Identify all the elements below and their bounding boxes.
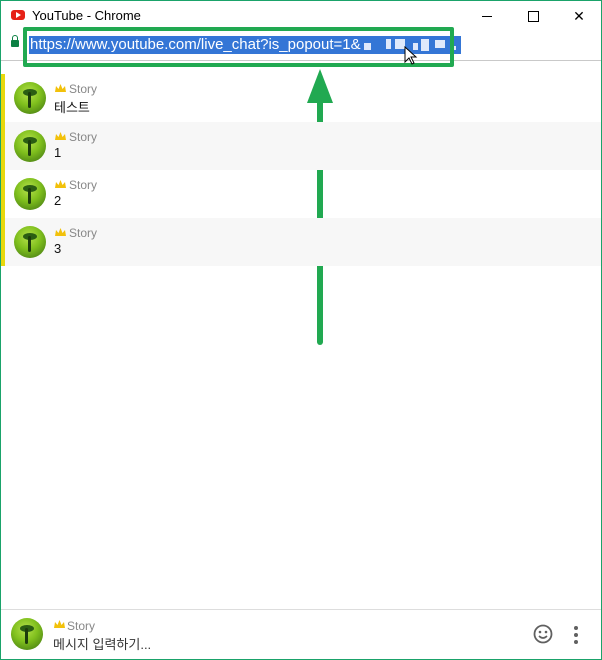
avatar[interactable]: [14, 226, 46, 258]
message-text: 테스트: [54, 100, 90, 115]
annotation-highlight-box: [23, 27, 454, 67]
chat-message: Story 3: [1, 218, 601, 266]
chat-message: Story 1: [1, 122, 601, 170]
window-title: YouTube - Chrome: [32, 8, 141, 23]
chat-message-list: Story 테스트 Story 1 Story 2 Story 3: [1, 74, 601, 266]
message-input[interactable]: 메시지 입력하기...: [53, 634, 151, 653]
avatar[interactable]: [14, 82, 46, 114]
author-name[interactable]: Story: [69, 178, 97, 192]
crown-icon: [55, 228, 66, 236]
mouse-cursor-icon: [404, 46, 418, 65]
message-text: 3: [54, 241, 62, 256]
chat-message: Story 2: [1, 170, 601, 218]
composer-author-name: Story: [67, 619, 96, 633]
message-text: 1: [54, 145, 62, 160]
avatar: [11, 618, 43, 650]
crown-icon: [55, 84, 66, 92]
crown-icon: [55, 132, 66, 140]
crown-icon: [55, 180, 66, 188]
maximize-button[interactable]: [510, 1, 556, 31]
chrome-window: YouTube - Chrome ✕ https://www.youtube.c…: [0, 0, 602, 660]
lock-icon: [11, 35, 19, 47]
chat-composer: Story 메시지 입력하기...: [1, 609, 601, 659]
message-text: 2: [54, 193, 62, 208]
chat-message: Story 테스트: [1, 74, 601, 122]
author-name[interactable]: Story: [69, 226, 97, 240]
author-name[interactable]: Story: [69, 82, 97, 96]
author-name[interactable]: Story: [69, 130, 97, 144]
minimize-button[interactable]: [464, 1, 510, 31]
minimize-icon: [482, 15, 492, 17]
close-button[interactable]: ✕: [556, 1, 601, 31]
avatar[interactable]: [14, 178, 46, 210]
more-vertical-icon[interactable]: [574, 625, 578, 645]
close-icon: ✕: [573, 7, 585, 24]
emoji-icon[interactable]: [533, 624, 553, 644]
youtube-logo-icon: [11, 10, 25, 20]
avatar[interactable]: [14, 130, 46, 162]
maximize-icon: [527, 10, 539, 22]
crown-icon: [54, 620, 65, 628]
